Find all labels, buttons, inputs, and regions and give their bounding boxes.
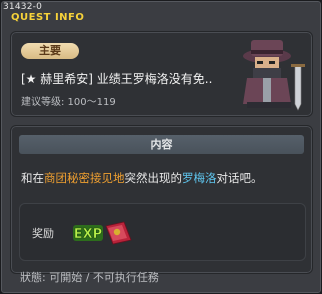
scroll-envelope-icon[interactable] xyxy=(105,221,132,245)
quest-content-panel: 内容 和在商团秘密接见地突然出现的罗梅洛对话吧。 奖励 EXP xyxy=(10,125,313,274)
quest-summary-panel: 主要 [★ 赫里希安] 业绩王罗梅洛没有免.. 建议等级: 100～119 xyxy=(10,31,313,117)
desc-text: 突然出现的 xyxy=(124,171,183,185)
quest-description: 和在商团秘密接见地突然出现的罗梅洛对话吧。 xyxy=(21,170,263,186)
npc-name-highlight: 罗梅洛 xyxy=(182,171,217,185)
recommended-level: 建议等级: 100～119 xyxy=(21,97,116,108)
exp-icon[interactable]: EXP xyxy=(73,225,103,242)
desc-text: 和在 xyxy=(21,171,44,185)
npc-portrait-icon xyxy=(243,40,305,111)
reward-label: 奖励 xyxy=(32,227,54,240)
quest-title: [★ 赫里希安] 业绩王罗梅洛没有免.. xyxy=(21,72,213,86)
location-highlight: 商团秘密接见地 xyxy=(44,171,125,185)
desc-text: 对话吧。 xyxy=(216,171,263,185)
quest-status: 狀態: 可開始 / 不可执行任務 xyxy=(20,271,159,284)
reward-box: 奖励 EXP xyxy=(19,203,306,261)
content-section-title: 内容 xyxy=(19,135,304,154)
svg-text:EXP: EXP xyxy=(74,227,102,242)
quest-type-badge: 主要 xyxy=(21,43,79,59)
quest-info-window: 31432-0 QUEST INFO 主要 [★ 赫里希安] 业绩王罗梅洛没有免… xyxy=(0,0,322,294)
quest-id: 31432-0 xyxy=(3,2,43,12)
window-title: QUEST INFO xyxy=(11,12,85,23)
reward-icons: EXP xyxy=(73,221,132,245)
